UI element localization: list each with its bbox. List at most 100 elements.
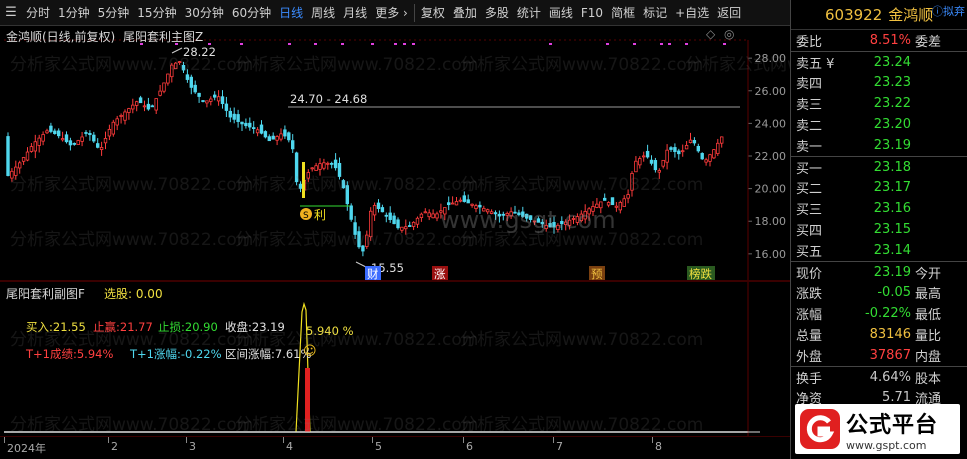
quote-value: 23.24	[873, 54, 911, 70]
settings-icon[interactable]: ◎	[724, 27, 734, 41]
quote-value: 4.64%	[869, 369, 911, 385]
candle-body	[6, 136, 10, 176]
candle-body	[661, 159, 665, 167]
candle-body	[540, 221, 544, 225]
candle-body	[45, 130, 49, 134]
toolbar-button[interactable]: F10	[577, 0, 607, 26]
toolbar-button[interactable]: 画线	[545, 0, 577, 26]
signal-dot	[314, 43, 317, 45]
toolbar-button[interactable]: 更多 ›	[371, 0, 412, 26]
candle-body	[146, 103, 151, 110]
candle-body	[123, 111, 127, 121]
candle-body	[423, 211, 427, 214]
candle-body	[708, 154, 712, 162]
toolbar-button[interactable]: 15分钟	[133, 0, 180, 26]
toolbar-button[interactable]: 叠加	[449, 0, 481, 26]
candle-body	[255, 129, 260, 134]
candle-body	[439, 210, 443, 213]
candle-body	[271, 135, 275, 140]
candle-body	[704, 159, 708, 163]
toolbar-button[interactable]: 复权	[417, 0, 449, 26]
toolbar-button[interactable]: 分时	[22, 0, 54, 26]
candle-body	[21, 157, 26, 162]
candle-body	[446, 202, 451, 206]
candle-body	[606, 202, 611, 206]
diamond-icon[interactable]: ◇	[706, 27, 715, 41]
candle-body	[209, 98, 213, 102]
toolbar-button[interactable]: 1分钟	[54, 0, 94, 26]
quote-value: 23.19	[873, 137, 911, 153]
quote-label-right: 量比	[915, 329, 942, 345]
candle-body	[571, 218, 576, 220]
sub-chart[interactable]: 尾阳套利副图F 选股: 0.00 买入:21.55 止赢:21.77 止损:20…	[0, 282, 790, 436]
candle-body	[10, 170, 14, 179]
property-label[interactable]: ⓘ拟弃	[932, 3, 965, 19]
candle-body	[103, 138, 108, 144]
candle-body	[345, 185, 349, 205]
toolbar-button[interactable]: 返回	[713, 0, 745, 26]
toolbar-button[interactable]: 多股	[481, 0, 513, 26]
candle-body	[470, 203, 474, 206]
candle-body	[170, 64, 174, 78]
quote-label: 卖一	[796, 139, 823, 155]
toolbar-button[interactable]: 标记	[639, 0, 671, 26]
candle-body	[567, 219, 572, 226]
x-axis-tick	[186, 437, 187, 443]
candle-body	[166, 73, 170, 84]
price-label: 22.00	[755, 150, 787, 163]
toolbar-button[interactable]: 月线	[339, 0, 371, 26]
candle-body	[634, 160, 638, 173]
candle-body	[329, 162, 334, 165]
candle-body	[560, 220, 564, 225]
candle-body	[618, 202, 622, 211]
candle-body	[665, 149, 669, 163]
price-label: 20.00	[755, 183, 787, 196]
toolbar-button[interactable]: 5分钟	[94, 0, 134, 26]
quote-value: 23.23	[873, 75, 911, 91]
toolbar-button[interactable]: 简框	[607, 0, 639, 26]
candle-body	[189, 76, 193, 88]
candle-body	[37, 137, 41, 146]
sub-indicator-chart[interactable]	[0, 282, 790, 436]
candle-body	[478, 204, 482, 208]
high-pointer	[171, 47, 183, 54]
toolbar-button[interactable]: 周线	[307, 0, 339, 26]
quote-value: 23.20	[873, 117, 911, 133]
toolbar-button[interactable]: 60分钟	[228, 0, 275, 26]
quote-label: 卖三	[796, 98, 823, 114]
quote-row: 卖五 ¥ 23.24	[791, 52, 967, 73]
menu-icon[interactable]: ☰	[0, 5, 22, 20]
x-axis-label: 5	[375, 440, 382, 453]
candle-body	[72, 143, 76, 145]
signal-dot	[723, 43, 726, 45]
toolbar-button[interactable]: 统计	[513, 0, 545, 26]
candle-body	[158, 90, 162, 96]
candle-body	[259, 124, 264, 134]
quote-label: 买四	[796, 224, 823, 240]
ratio-value: 8.51%	[869, 32, 911, 48]
candle-body	[287, 132, 291, 141]
main-chart[interactable]: 28.00 26.00 24.00 22.00 20.00 18.00 16.00 24.70…	[0, 26, 790, 281]
quote-value: 37867	[869, 347, 911, 363]
candle-body	[322, 162, 326, 169]
toolbar-button[interactable]: 30分钟	[181, 0, 228, 26]
candle-body	[154, 98, 158, 111]
toolbar-button[interactable]: +自选	[671, 0, 713, 26]
toolbar-button[interactable]: 日线	[275, 0, 307, 26]
stats-list: 现价 23.19 今开 涨跌 -0.05 最高 涨幅 -0.22% 最低 总量 83146 量比 外盘 3…	[791, 262, 967, 366]
quote-label: 外盘	[796, 349, 823, 365]
candle-body	[349, 205, 353, 220]
brand-url: www.gspt.com	[846, 438, 927, 452]
x-axis-tick	[372, 437, 373, 443]
price-label: 28.00	[755, 52, 787, 65]
candle-body	[294, 152, 299, 183]
candlestick-chart[interactable]: 28.00 26.00 24.00 22.00 20.00 18.00 16.00 24.70…	[0, 26, 790, 281]
candle-body	[368, 210, 373, 238]
signal-dot	[660, 43, 663, 45]
candle-body	[626, 194, 630, 199]
candle-body	[454, 201, 459, 206]
ratio-label: 委比	[796, 34, 823, 50]
candle-body	[548, 223, 552, 228]
quote-value: 23.16	[873, 201, 911, 217]
candle-body	[357, 231, 361, 248]
